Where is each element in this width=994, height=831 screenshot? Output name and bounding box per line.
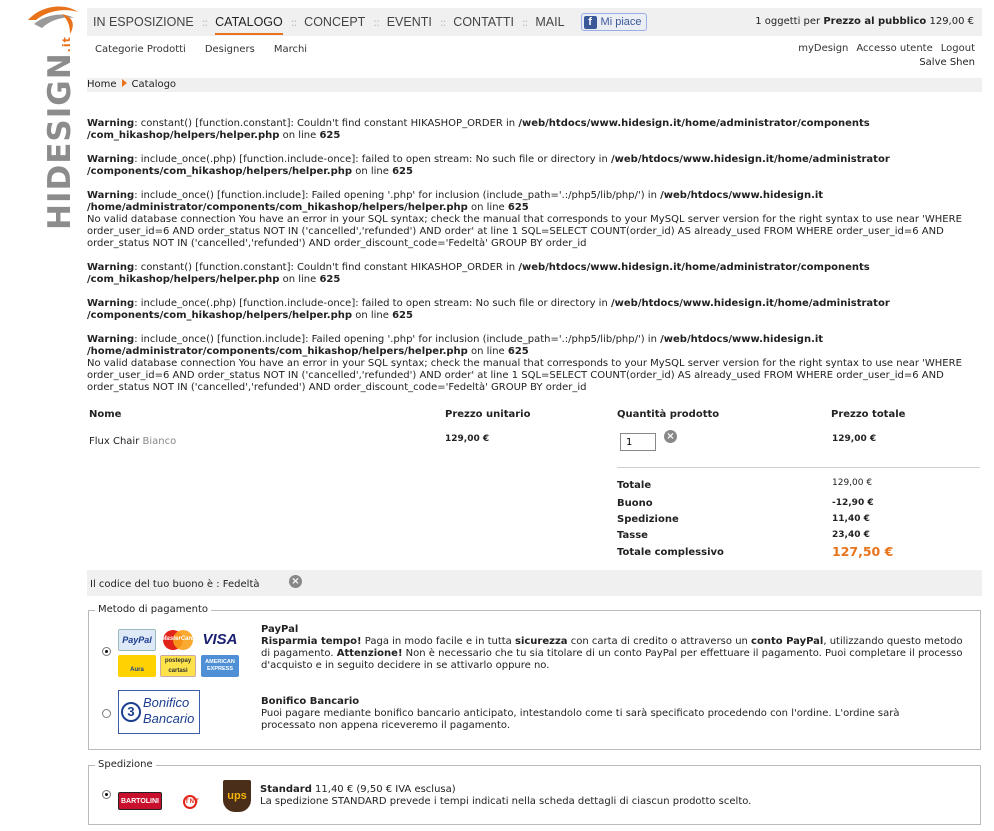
product-name[interactable]: Flux Chair Bianco — [89, 436, 176, 447]
shipping-radio-standard[interactable] — [102, 790, 111, 799]
payment-radio-bonifico[interactable] — [102, 709, 111, 718]
row-total-price: 129,00 € — [832, 434, 877, 444]
tnt-logo: TNT — [167, 792, 213, 810]
user-navigation: myDesign Accesso utente Logout — [798, 43, 975, 54]
nav-separator: :: — [373, 15, 379, 29]
php-warnings: Warning: constant() [function.constant]:… — [87, 118, 977, 406]
bonifico-logo-text: Bonifico Bancario — [143, 695, 195, 726]
warning-message: Warning: include_once() [function.includ… — [87, 334, 962, 393]
shipping-legend: Spedizione — [95, 759, 156, 770]
cart-price-label: Prezzo al pubblico — [823, 16, 927, 27]
main-navigation: IN ESPOSIZIONE :: CATALOGO :: CONCEPT ::… — [87, 8, 982, 36]
paypal-logo: PayPal — [118, 629, 156, 651]
ups-logo: ups — [223, 780, 251, 812]
nav-item-in-esposizione[interactable]: IN ESPOSIZIONE — [91, 8, 196, 36]
shipping-description: La spedizione STANDARD prevede i tempi i… — [260, 796, 752, 807]
shipping-option: Standard 11,40 € (9,50 € IVA esclusa) — [260, 784, 456, 795]
header-name: Nome — [89, 409, 122, 420]
sql-error-message: No valid database connection You have an… — [87, 358, 962, 393]
cart-divider — [617, 467, 980, 468]
facebook-like-label: Mi piace — [600, 16, 642, 28]
bonifico-number: 3 — [121, 702, 141, 722]
warning-message: Warning: constant() [function.constant]:… — [87, 262, 870, 285]
totals-label-totale: Totale — [617, 480, 652, 491]
remove-coupon-icon[interactable]: × — [289, 575, 302, 588]
visa-logo: VISA — [201, 629, 239, 651]
sub-navigation: Categorie Prodotti Designers Marchi — [95, 44, 307, 58]
warning-message: Warning: include_once(.php) [function.in… — [87, 298, 890, 321]
sql-error-message: No valid database connection You have an… — [87, 214, 962, 249]
nav-separator: :: — [521, 15, 528, 29]
warning-message: Warning: constant() [function.constant]:… — [87, 118, 870, 141]
user-link-mydesign[interactable]: myDesign — [798, 43, 848, 54]
quantity-input[interactable] — [620, 433, 656, 451]
subnav-categorie-prodotti[interactable]: Categorie Prodotti — [95, 44, 186, 58]
totals-label-buono: Buono — [617, 498, 653, 509]
facebook-like-button[interactable]: f Mi piace — [580, 13, 647, 31]
breadcrumb-home[interactable]: Home — [87, 79, 117, 90]
nav-item-contatti[interactable]: CONTATTI — [451, 8, 516, 36]
totals-label-tasse: Tasse — [617, 530, 648, 541]
paypal-title: PayPal — [261, 624, 299, 635]
product-variant: Bianco — [142, 436, 177, 447]
bonifico-description: Puoi pagare mediante bonifico bancario a… — [261, 708, 900, 731]
coupon-bar: Il codice del tuo buono è : Fedeltà × — [87, 570, 982, 596]
row-unit-price: 129,00 € — [445, 434, 490, 444]
nav-item-eventi[interactable]: EVENTI — [385, 8, 434, 36]
nav-separator: :: — [201, 15, 208, 29]
subnav-designers[interactable]: Designers — [205, 44, 255, 58]
totals-value-tasse: 23,40 € — [832, 530, 870, 540]
nav-item-concept[interactable]: CONCEPT — [302, 8, 367, 36]
nav-item-mail[interactable]: MAIL — [533, 8, 566, 36]
coupon-text: Il codice del tuo buono è : Fedeltà — [90, 579, 260, 590]
payment-method-fieldset: Metodo di pagamento PayPal MasterCard VI… — [88, 604, 981, 750]
paypal-description: Risparmia tempo! Paga in modo facile e i… — [261, 636, 963, 671]
logo-swoosh-icon — [28, 6, 78, 34]
user-link-logout[interactable]: Logout — [941, 43, 975, 54]
breadcrumb-arrow-icon — [121, 79, 127, 87]
amex-logo: AMERICAN EXPRESS — [201, 655, 239, 677]
bartolini-logo: BARTOLINI — [118, 792, 162, 810]
subnav-marchi[interactable]: Marchi — [274, 44, 307, 58]
payment-radio-paypal[interactable] — [102, 647, 111, 656]
aura-card-logo: Aura — [118, 655, 156, 677]
cart-total: 129,00 € — [929, 16, 974, 27]
cart-count: 1 oggetti per — [755, 16, 821, 27]
totals-value-spedizione: 11,40 € — [832, 514, 870, 524]
nav-item-catalogo[interactable]: CATALOGO — [213, 8, 285, 36]
totals-label-spedizione: Spedizione — [617, 514, 679, 525]
totals-value-totale: 129,00 € — [832, 478, 873, 488]
header-total-price: Prezzo totale — [831, 409, 906, 420]
grand-total-label: Totale complessivo — [617, 547, 724, 558]
shipping-fieldset: Spedizione BARTOLINI TNT ups Standard 11… — [88, 759, 981, 825]
nav-separator: :: — [290, 15, 297, 29]
warning-message: Warning: include_once(.php) [function.in… — [87, 154, 890, 177]
breadcrumb-current: Catalogo — [131, 79, 177, 90]
postepay-logo: postepay cartasì — [160, 655, 196, 677]
facebook-icon: f — [583, 15, 597, 29]
header-quantity: Quantità prodotto — [617, 409, 720, 420]
grand-total-value: 127,50 € — [832, 544, 894, 559]
header-unit-price: Prezzo unitario — [445, 409, 531, 420]
logo-wordmark: HIDESIGN.it — [42, 36, 78, 230]
mastercard-logo: MasterCard — [160, 629, 196, 651]
bonifico-logo: 3 Bonifico Bancario — [118, 690, 200, 734]
cart-summary[interactable]: 1 oggetti per Prezzo al pubblico 129,00 … — [755, 8, 974, 36]
breadcrumb: Home Catalogo — [87, 78, 982, 92]
user-link-accesso-utente[interactable]: Accesso utente — [856, 43, 932, 54]
hidesign-logo[interactable]: HIDESIGN.it — [22, 4, 82, 234]
fb-like-wrapper: f Mi piace — [567, 13, 647, 31]
remove-item-icon[interactable]: × — [664, 430, 677, 443]
user-greeting: Salve Shen — [919, 57, 975, 68]
warning-message: Warning: include_once() [function.includ… — [87, 190, 962, 249]
nav-separator: :: — [439, 15, 446, 29]
bonifico-title: Bonifico Bancario — [261, 696, 360, 707]
totals-value-buono: -12,90 € — [832, 498, 874, 508]
payment-legend: Metodo di pagamento — [95, 604, 211, 615]
